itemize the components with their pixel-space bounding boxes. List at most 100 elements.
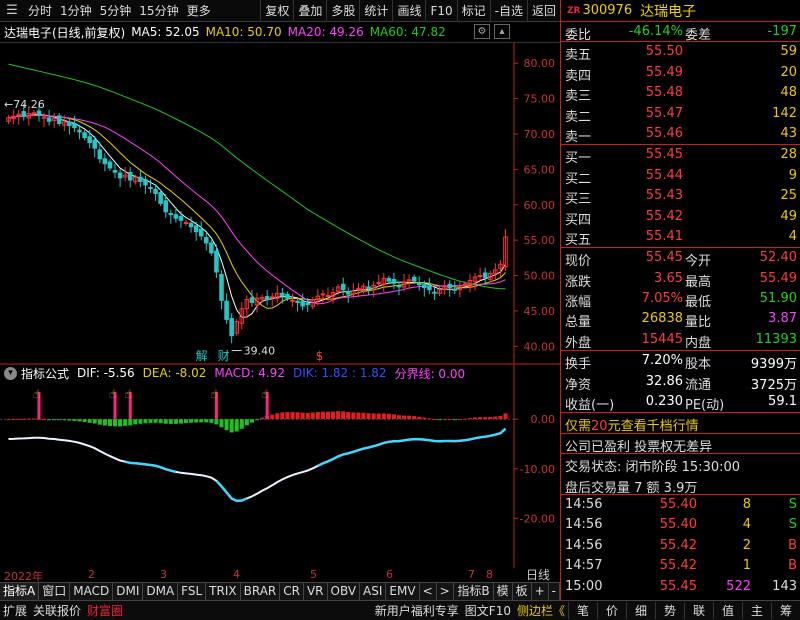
status-sidebar[interactable]: 侧边栏《 [514,602,568,619]
panel-tab-value[interactable]: 值 [713,602,742,619]
panel-tab-main[interactable]: 主 [742,602,771,619]
notice-level2[interactable]: 仅需20元查看千档行情 [561,413,800,434]
tab-brar[interactable]: BRAR [241,583,281,600]
candle-body [97,149,103,160]
toolbar-item-1min[interactable]: 1分钟 [56,0,96,22]
toolbar-draw-button[interactable]: 画线 [392,0,425,22]
stats-row[interactable]: 净资 32.86 流通 3725万 [561,372,800,393]
tab-dmi[interactable]: DMI [113,583,144,600]
bid-row[interactable]: 买三 55.43 25 [561,186,800,207]
candle-body [31,112,37,115]
date-month-4: 4 [233,568,240,581]
quote-row[interactable]: 涨幅 7.05% 最低 51.90 [561,289,800,311]
quote-label: 涨幅 [565,295,592,311]
tab-template[interactable]: 模 [494,583,513,600]
quote-value: 51.90 [759,291,797,307]
macd-bar [102,419,107,426]
menu-icon[interactable]: ☰ [0,0,24,22]
indicator-name[interactable]: 指标公式 [21,365,69,382]
macd-bar [194,419,199,423]
tick-row[interactable]: 14:57 55.42 1 B [561,556,800,576]
settings-icon[interactable]: ⚙ [474,24,490,39]
tick-time: 14:57 [565,558,603,574]
tab-window[interactable]: 窗口 [39,583,71,600]
ask-row[interactable]: 卖一 55.46 43 [561,124,800,145]
tab-asi[interactable]: ASI [360,583,387,600]
zoom-in-button[interactable]: + [532,583,549,600]
tab-indicator-a[interactable]: 指标A [0,583,40,600]
macd-bar [214,419,219,425]
quote-row[interactable]: 现价 55.45 今开 52.40 [561,248,800,269]
bid-row[interactable]: 买五 55.41 4 [561,227,800,248]
tab-macd[interactable]: MACD [70,583,114,600]
quote-row[interactable]: 总量 26838 量比 3.87 [561,309,800,330]
tick-list[interactable]: 14:56 55.40 8 S 14:56 55.40 4 S 14:56 55.42 2 B 14:5… [561,495,800,617]
collapse-icon[interactable]: ▴ [494,24,510,39]
panel-tab-trades[interactable]: 笔 [568,602,597,619]
tick-row[interactable]: 14:56 55.40 4 S [561,515,800,535]
tick-time: 15:00 [565,578,603,594]
zoom-out-button[interactable]: - [549,583,560,600]
toolbar-multistock-button[interactable]: 多股 [326,0,359,22]
tick-row[interactable]: 14:56 55.40 8 S [561,495,800,515]
panel-tab-detail[interactable]: 细 [626,602,655,619]
toolbar-item-more[interactable]: 更多 [183,0,215,22]
tab-dma[interactable]: DMA [143,583,179,600]
toolbar-back-button[interactable]: 返回 [526,0,560,22]
macd-bar [467,418,472,420]
macd-bar [462,418,467,420]
toolbar-item-15min[interactable]: 15分钟 [135,0,182,22]
toolbar-stats-button[interactable]: 统计 [359,0,392,22]
status-f10[interactable]: 图文F10 [462,602,514,619]
candle-body [188,222,194,228]
macd-bar [275,413,280,420]
bid-row[interactable]: 买四 55.42 49 [561,207,800,228]
date-month-8: 8 [486,568,493,581]
hand-signal-icon: ☝ [124,387,131,401]
panel-tab-price[interactable]: 价 [597,602,626,619]
toolbar-item-5min[interactable]: 5分钟 [96,0,136,22]
tab-trix[interactable]: TRIX [206,583,241,600]
tab-cr[interactable]: CR [280,583,304,600]
candle-body [295,300,300,303]
bid-row[interactable]: 买一 55.45 28 [561,145,800,166]
tab-prev-button[interactable]: < [420,583,437,600]
stats-row[interactable]: 收益(一) 0.230 PE(动) 59.1 [561,392,800,413]
status-expand[interactable]: 扩展 [0,602,30,619]
panel-tab-chips[interactable]: 筹 [771,602,800,619]
toolbar-overlay-button[interactable]: 叠加 [293,0,326,22]
toolbar-f10-button[interactable]: F10 [425,0,456,22]
quote-row[interactable]: 涨跌 3.65 最高 55.49 [561,269,800,290]
toolbar-mark-button[interactable]: 标记 [456,0,490,22]
ask-row[interactable]: 卖四 55.49 20 [561,63,800,84]
tab-next-button[interactable]: > [437,583,454,600]
indicator-toggle-icon[interactable]: ▾ [4,366,17,380]
ask-label: 卖三 [565,89,592,105]
toolbar-remove-watchlist-button[interactable]: -自选 [489,0,527,22]
panel-tab-linked[interactable]: 联 [684,602,713,619]
stock-code[interactable]: 300976 [582,3,632,18]
ask-row[interactable]: 卖五 55.50 59 [561,42,800,63]
status-new-user[interactable]: 新用户福利专享 [372,602,462,619]
tab-emv[interactable]: EMV [386,583,420,600]
candle-body [138,176,143,182]
tab-board[interactable]: 板 [513,583,532,600]
tick-row[interactable]: 14:56 55.42 2 B [561,536,800,556]
tab-vr[interactable]: VR [304,583,328,600]
order-ratio-label: 委比 [565,28,592,43]
status-fortune-circle[interactable]: 财富圈 [84,602,126,619]
status-related-quote[interactable]: 关联报价 [30,602,84,619]
quote-row[interactable]: 外盘 15445 内盘 11393 [561,330,800,351]
ask-row[interactable]: 卖二 55.47 142 [561,104,800,125]
stock-name[interactable]: 达瑞电子 [640,1,696,21]
toolbar-adjust-button[interactable]: 复权 [260,0,293,22]
toolbar-item-intraday[interactable]: 分时 [24,0,56,22]
tab-indicator-b[interactable]: 指标B [454,583,494,600]
bid-row[interactable]: 买二 55.44 9 [561,166,800,187]
tab-fsl[interactable]: FSL [178,583,207,600]
tick-row[interactable]: 15:00 55.45 522 143 [561,577,800,597]
stats-row[interactable]: 换手 7.20% 股本 9399万 [561,351,800,372]
tab-obv[interactable]: OBV [328,583,361,600]
ask-row[interactable]: 卖三 55.48 48 [561,83,800,105]
panel-tab-trend[interactable]: 势 [655,602,684,619]
